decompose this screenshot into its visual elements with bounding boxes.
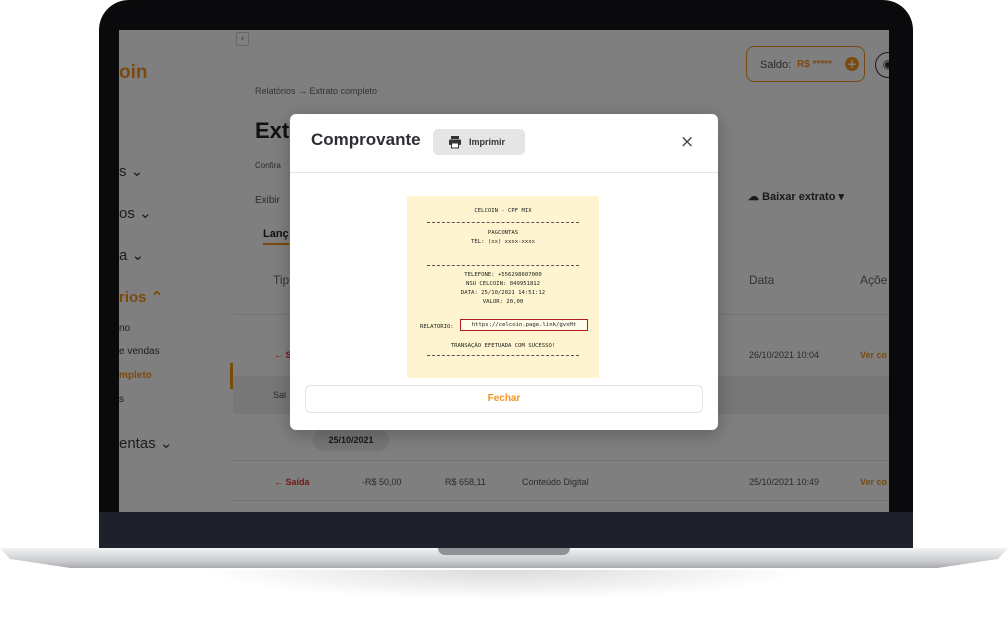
receipt-report-label: RELATORIO:	[420, 324, 454, 330]
receipt-date: DATA: 25/10/2021 14:51:12	[460, 290, 546, 296]
receipt-separator	[427, 355, 579, 356]
close-button[interactable]: Fechar	[305, 385, 703, 413]
receipt-separator	[427, 222, 579, 223]
receipt-nsu: NSU CELCOIN: 049951812	[465, 281, 541, 287]
receipt-value: VALOR: 20,00	[482, 299, 524, 305]
close-icon[interactable]: ×	[680, 132, 694, 152]
modal-title: Comprovante	[311, 130, 421, 149]
print-label: Imprimir	[469, 137, 506, 147]
laptop-notch	[438, 548, 570, 555]
receipt-title: CELCOIN - CPF MIX	[474, 208, 532, 214]
printer-icon	[449, 136, 461, 149]
receipt-modal: Comprovante Imprimir × CELCOIN - CPF MIX…	[290, 114, 718, 430]
receipt-telefone: TELEFONE: +556298607000	[464, 272, 542, 278]
laptop-chin	[99, 512, 913, 550]
print-button[interactable]: Imprimir	[433, 129, 525, 155]
screen: oin s ⌄ os ⌄ a ⌄ rios ⌃ no e vendas mple…	[119, 30, 889, 512]
receipt-company: PAGCONTAS	[487, 230, 519, 236]
receipt-report-link[interactable]: https://celcoin.page.link/gvxHt	[460, 319, 588, 331]
receipt-tel: TEL: (xx) xxxx-xxxx	[471, 239, 535, 245]
receipt-separator	[427, 265, 579, 266]
receipt: CELCOIN - CPF MIX PAGCONTAS TEL: (xx) xx…	[407, 196, 599, 378]
receipt-status: TRANSAÇÃO EFETUADA COM SUCESSO!	[450, 343, 556, 349]
modal-divider	[290, 172, 718, 173]
laptop-shadow	[200, 570, 808, 600]
